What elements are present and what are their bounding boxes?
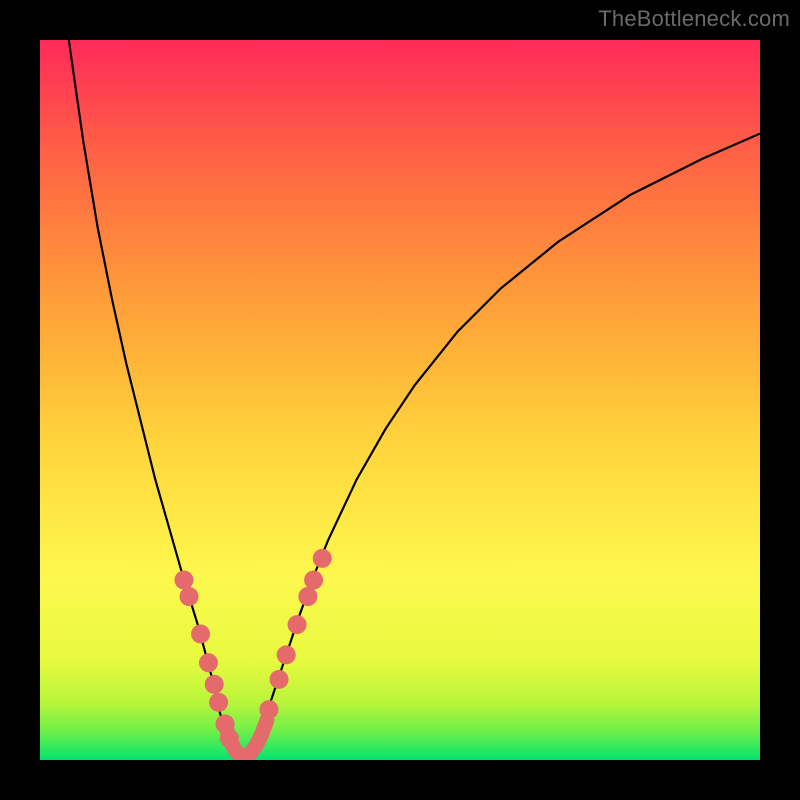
plot-area xyxy=(40,40,760,760)
data-bead xyxy=(180,587,199,606)
data-bead xyxy=(175,571,194,590)
data-beads xyxy=(175,549,332,748)
data-bead xyxy=(270,670,289,689)
data-bead xyxy=(191,625,210,644)
data-bead xyxy=(259,700,278,719)
data-bead xyxy=(220,729,239,748)
chart-svg xyxy=(40,40,760,760)
data-bead xyxy=(205,675,224,694)
data-bead xyxy=(199,653,218,672)
data-bead xyxy=(277,645,296,664)
right-curve xyxy=(242,134,760,757)
data-bead xyxy=(209,693,228,712)
chart-frame: TheBottleneck.com xyxy=(0,0,800,800)
data-bead xyxy=(313,549,332,568)
left-curve xyxy=(69,40,242,756)
data-bead xyxy=(298,587,317,606)
data-bead xyxy=(288,615,307,634)
data-bead xyxy=(304,571,323,590)
watermark-text: TheBottleneck.com xyxy=(598,6,790,32)
